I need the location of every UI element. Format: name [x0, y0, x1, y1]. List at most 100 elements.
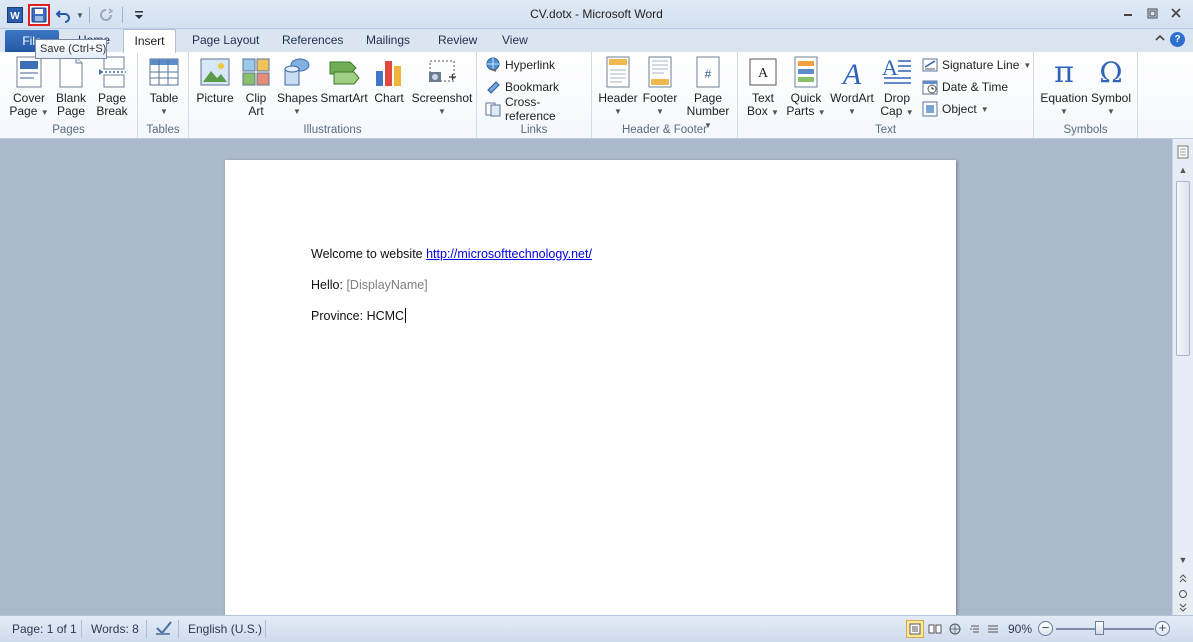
- group-text: A Text Box ▼ Quick Parts ▼ A WordArt ▼ A…: [738, 52, 1034, 138]
- dropdown-icon: ▼: [160, 107, 168, 116]
- text-box-button[interactable]: A Text Box ▼: [744, 56, 782, 119]
- cover-page-icon: [16, 56, 42, 88]
- minimize-button[interactable]: [1119, 5, 1137, 21]
- scroll-thumb[interactable]: [1176, 181, 1190, 356]
- help-icon[interactable]: ?: [1170, 32, 1185, 47]
- hyperlink-button[interactable]: Hyperlink: [485, 56, 555, 74]
- scroll-down-button[interactable]: ▼: [1176, 553, 1190, 567]
- welcome-text: Welcome to website: [311, 247, 427, 261]
- picture-label: Picture: [196, 91, 234, 105]
- drop-cap-button[interactable]: A Drop Cap ▼: [878, 56, 916, 119]
- divider: [81, 620, 82, 638]
- website-link[interactable]: http://microsofttechnology.net/: [426, 247, 592, 261]
- scroll-up-button[interactable]: ▲: [1176, 163, 1190, 177]
- full-screen-reading-button[interactable]: [926, 620, 944, 638]
- group-symbols: π Equation ▼ Ω Symbol ▼ Symbols: [1034, 52, 1138, 138]
- object-button[interactable]: Object ▼: [922, 100, 989, 118]
- header-label: Header: [598, 91, 638, 105]
- wordart-button[interactable]: A WordArt ▼: [828, 56, 876, 118]
- shapes-button[interactable]: Shapes ▼: [277, 56, 318, 118]
- shapes-label: Shapes: [277, 91, 318, 105]
- blank-page-button[interactable]: Blank Page: [54, 56, 88, 118]
- table-button[interactable]: Table ▼: [146, 56, 182, 118]
- dropdown-icon: ▼: [817, 108, 826, 117]
- browse-object-button[interactable]: [1176, 587, 1190, 601]
- page-break-button[interactable]: Page Break: [94, 56, 130, 118]
- proofing-button[interactable]: [154, 619, 174, 640]
- vertical-scrollbar[interactable]: ▲ ▼: [1172, 139, 1193, 615]
- print-layout-view-button[interactable]: [906, 620, 924, 638]
- dropdown-icon: ▼: [438, 107, 446, 116]
- dropdown-icon: ▼: [980, 104, 989, 114]
- group-illustrations: Picture Clip Art Shapes ▼ SmartArt Chart…: [189, 52, 477, 138]
- chart-button[interactable]: Chart: [371, 56, 407, 105]
- signature-line-label: Signature Line: [942, 58, 1020, 72]
- blank-page-icon: [59, 56, 83, 88]
- equation-label: Equation: [1040, 91, 1088, 105]
- hyperlink-icon: [486, 57, 500, 72]
- tab-mailings[interactable]: Mailings: [366, 33, 410, 47]
- page-number-label-2: Number: [686, 104, 730, 118]
- chevron-up-icon: [1155, 34, 1165, 41]
- display-name-field[interactable]: [DisplayName]: [346, 278, 427, 292]
- web-layout-button[interactable]: [946, 620, 964, 638]
- smartart-label: SmartArt: [320, 91, 368, 105]
- dropdown-icon: ▼: [1060, 107, 1068, 116]
- cover-page-button[interactable]: Cover Page ▼: [8, 56, 50, 119]
- zoom-out-button[interactable]: −: [1038, 621, 1053, 636]
- tab-insert[interactable]: Insert: [123, 29, 176, 53]
- draft-icon: [988, 625, 998, 633]
- group-label-pages: Pages: [52, 124, 85, 136]
- minimize-ribbon-button[interactable]: [1154, 32, 1166, 47]
- bookmark-button[interactable]: Bookmark: [485, 78, 559, 96]
- document-page[interactable]: Welcome to website http://microsofttechn…: [225, 160, 956, 615]
- language-indicator[interactable]: English (U.S.): [188, 622, 262, 636]
- group-tables: Table ▼ Tables: [138, 52, 189, 138]
- quick-parts-button[interactable]: Quick Parts ▼: [786, 56, 826, 119]
- page-number-button[interactable]: # Page Number ▼: [682, 56, 734, 132]
- object-icon: [922, 101, 938, 117]
- clip-art-button[interactable]: Clip Art: [239, 56, 273, 118]
- page-number-icon: #: [696, 56, 720, 88]
- screenshot-button[interactable]: Screenshot ▼: [411, 56, 473, 118]
- title-bar: W ▼ CV.dotx - Microsoft Word: [0, 0, 1193, 29]
- date-time-button[interactable]: Date & Time: [922, 78, 1008, 96]
- tab-view[interactable]: View: [502, 33, 528, 47]
- draft-view-button[interactable]: [984, 620, 1002, 638]
- restore-button[interactable]: [1143, 5, 1161, 21]
- pi-icon: π: [1054, 54, 1074, 90]
- close-icon: [1171, 8, 1181, 18]
- chart-icon: [376, 61, 401, 86]
- signature-line-button[interactable]: Signature Line ▼: [922, 56, 1031, 74]
- tab-page-layout[interactable]: Page Layout: [192, 33, 259, 47]
- cross-reference-button[interactable]: Cross-reference: [485, 95, 591, 123]
- ruler-toggle-icon[interactable]: [1176, 145, 1190, 159]
- zoom-slider-thumb[interactable]: [1095, 621, 1104, 635]
- dropdown-icon: ▼: [614, 107, 622, 116]
- header-button[interactable]: Header ▼: [598, 56, 638, 118]
- close-button[interactable]: [1167, 5, 1185, 21]
- footer-button[interactable]: Footer ▼: [640, 56, 680, 118]
- zoom-in-button[interactable]: +: [1155, 621, 1170, 636]
- svg-text:A: A: [758, 66, 769, 81]
- zoom-slider-track[interactable]: [1056, 628, 1154, 630]
- page-count[interactable]: Page: 1 of 1: [12, 622, 77, 636]
- header-icon: [606, 56, 630, 88]
- signature-line-icon: [922, 58, 938, 72]
- smartart-icon: [329, 61, 360, 85]
- tab-review[interactable]: Review: [438, 33, 477, 47]
- smartart-button[interactable]: SmartArt: [320, 56, 368, 105]
- previous-page-button[interactable]: [1176, 571, 1190, 585]
- picture-button[interactable]: Picture: [195, 56, 235, 105]
- word-count[interactable]: Words: 8: [91, 622, 139, 636]
- tab-references[interactable]: References: [282, 33, 343, 47]
- symbol-button[interactable]: Ω Symbol ▼: [1090, 56, 1132, 118]
- equation-button[interactable]: π Equation ▼: [1038, 56, 1090, 118]
- group-label-header-footer: Header & Footer: [621, 124, 707, 136]
- svg-text:A: A: [841, 58, 862, 87]
- outline-view-button[interactable]: [966, 620, 984, 638]
- text-box-label-2: Box: [747, 104, 768, 118]
- next-page-button[interactable]: [1176, 601, 1190, 615]
- hyperlink-label: Hyperlink: [505, 58, 556, 72]
- zoom-level[interactable]: 90%: [1008, 622, 1032, 636]
